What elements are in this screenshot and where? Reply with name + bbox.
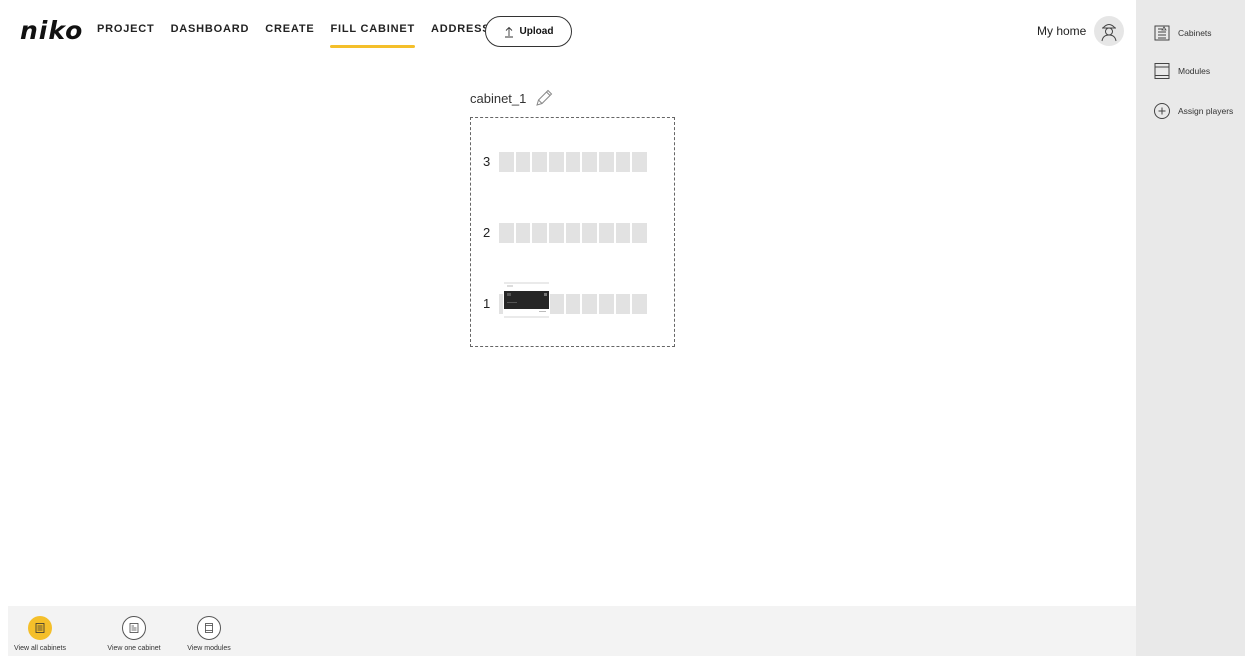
view-modules-button[interactable]: View modules [178, 616, 240, 652]
view-label: View modules [187, 645, 231, 652]
user-menu[interactable]: My home [1037, 16, 1125, 46]
rail-slot[interactable] [615, 152, 631, 172]
cabinet-title: cabinet_1 [470, 88, 554, 108]
cabinet-name: cabinet_1 [470, 90, 527, 106]
module-icon [1154, 63, 1170, 79]
rail-slot[interactable] [532, 152, 548, 172]
rail-slot[interactable] [599, 152, 614, 172]
controller-module[interactable] [503, 280, 550, 320]
cabinet-icon [1154, 25, 1170, 41]
rail-slot[interactable] [582, 223, 598, 243]
view-label: View one cabinet [107, 645, 161, 652]
modules-view-icon [197, 616, 221, 640]
rail-slot[interactable] [565, 294, 581, 314]
rail-slot[interactable] [632, 294, 648, 314]
cabinet-row-1: 1 [471, 280, 676, 320]
rail-slot[interactable] [565, 223, 581, 243]
cabinet-row-3: 3 [471, 152, 676, 172]
nav-fill-cabinet[interactable]: FILL CABINET [330, 22, 415, 48]
installer-avatar-icon[interactable] [1094, 16, 1125, 46]
cabinet-frame[interactable]: 3 2 1 [470, 117, 675, 347]
nav-address[interactable]: ADDRESS [431, 22, 490, 45]
view-one-cabinet-button[interactable]: View one cabinet [100, 616, 168, 652]
niko-logo[interactable]: niko [20, 17, 83, 45]
rail-slot[interactable] [599, 223, 614, 243]
cabinet-row-2: 2 [471, 223, 676, 243]
panel-item-assign-players[interactable]: Assign players [1153, 102, 1233, 120]
rail-slot[interactable] [615, 294, 631, 314]
bottom-view-bar: View all cabinets View one cabinet View … [8, 606, 1136, 656]
panel-label: Modules [1178, 66, 1211, 76]
panel-label: Assign players [1178, 106, 1234, 116]
rail-slot[interactable] [615, 223, 631, 243]
nav-dashboard[interactable]: DASHBOARD [171, 22, 250, 45]
din-rail [499, 223, 648, 243]
upload-arrow-icon [504, 26, 513, 37]
panel-label: Cabinets [1178, 28, 1212, 38]
upload-button[interactable]: Upload [485, 16, 572, 47]
plus-circle-icon [1154, 103, 1170, 119]
right-panel: Cabinets Modules Assign players [1136, 0, 1245, 656]
rail-slot[interactable] [632, 152, 648, 172]
rail-slot[interactable] [599, 294, 614, 314]
rail-slot[interactable] [549, 223, 564, 243]
nav-project[interactable]: PROJECT [97, 22, 155, 45]
row-number: 3 [483, 154, 491, 169]
rail-slot[interactable] [532, 223, 548, 243]
rail-slot[interactable] [565, 152, 581, 172]
row-number: 2 [483, 225, 491, 240]
rail-slot[interactable] [499, 223, 514, 243]
view-all-cabinets-button[interactable]: View all cabinets [8, 616, 72, 652]
main-nav: PROJECT DASHBOARD CREATE FILL CABINET AD… [97, 22, 490, 48]
rail-slot[interactable] [515, 152, 531, 172]
app-root: niko PROJECT DASHBOARD CREATE FILL CABIN… [0, 0, 1245, 656]
user-name: My home [1037, 24, 1087, 38]
rail-slot[interactable] [582, 152, 598, 172]
panel-item-cabinets[interactable]: Cabinets [1153, 24, 1212, 42]
view-label: View all cabinets [13, 645, 66, 652]
din-rail [499, 152, 648, 172]
upload-label: Upload [519, 26, 554, 37]
top-navigation: niko PROJECT DASHBOARD CREATE FILL CABIN… [0, 0, 1136, 60]
rail-slot[interactable] [632, 223, 648, 243]
rail-slot[interactable] [499, 152, 514, 172]
rail-slot[interactable] [582, 294, 598, 314]
rail-slot[interactable] [549, 152, 564, 172]
panel-item-modules[interactable]: Modules [1153, 62, 1210, 80]
nav-create[interactable]: CREATE [265, 22, 314, 45]
pencil-edit-icon[interactable] [534, 88, 554, 108]
rail-slot[interactable] [549, 294, 564, 314]
all-cabinets-icon [28, 616, 52, 640]
row-number: 1 [483, 296, 491, 311]
rail-slot[interactable] [515, 223, 531, 243]
one-cabinet-icon [122, 616, 146, 640]
